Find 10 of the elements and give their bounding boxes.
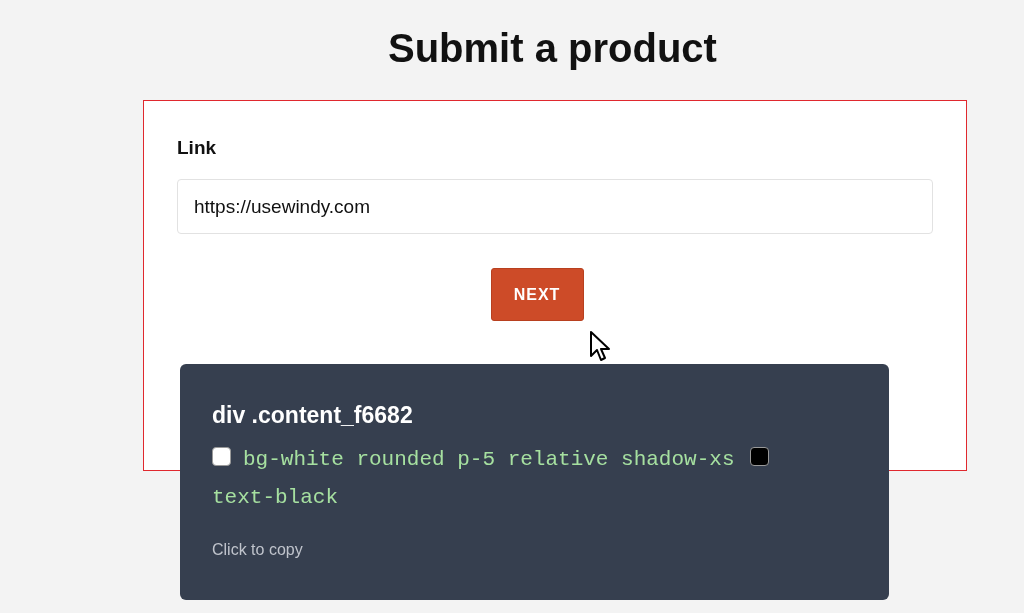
copy-hint: Click to copy xyxy=(212,541,303,559)
link-field[interactable]: https://usewindy.com xyxy=(177,179,933,234)
field-label: Link xyxy=(177,137,217,159)
class-list: text-black xyxy=(212,486,339,509)
next-button[interactable]: NEXT xyxy=(490,268,584,321)
tooltip-panel[interactable]: div .content_f6682 bg-white rounded p-5 relative shadow-xs text-black Click to copy xyxy=(180,364,889,600)
element-name: div .content_f6682 xyxy=(212,402,413,429)
class-list: bg-white rounded p-5 relative shadow-xs xyxy=(243,448,735,471)
page-title: Submit a product xyxy=(388,26,717,71)
pointer-cursor-icon xyxy=(589,330,613,362)
